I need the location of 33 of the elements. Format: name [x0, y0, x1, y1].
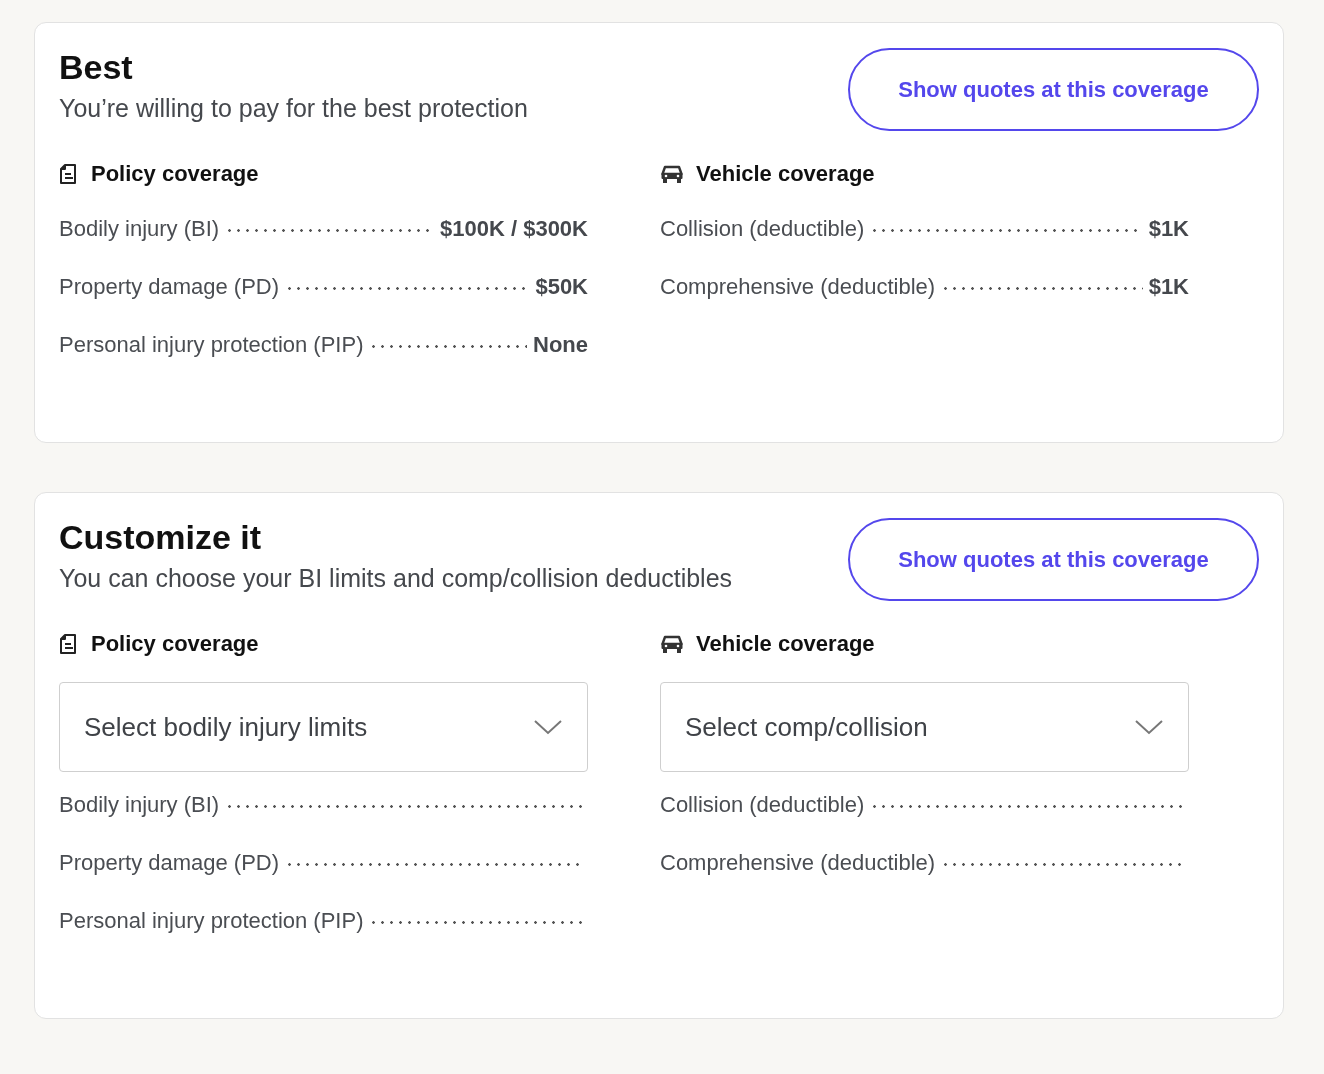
coverage-value: $1K — [1148, 273, 1189, 301]
document-icon — [59, 632, 79, 655]
document-icon — [59, 162, 79, 185]
coverage-label: Comprehensive (deductible) — [660, 849, 936, 877]
car-icon — [660, 633, 684, 654]
plan-title: Best — [59, 47, 134, 88]
show-quotes-button[interactable]: Show quotes at this coverage — [848, 518, 1259, 601]
coverage-label: Comprehensive (deductible) — [660, 273, 936, 301]
coverage-label: Bodily injury (BI) — [59, 791, 220, 819]
plan-subtitle: You’re willing to pay for the best protection — [59, 92, 528, 124]
dropdown-select[interactable]: Select comp/collision — [660, 682, 1189, 772]
chevron-down-icon — [533, 719, 563, 735]
show-quotes-button[interactable]: Show quotes at this coverage — [848, 48, 1259, 131]
coverage-label: Collision (deductible) — [660, 791, 865, 819]
plan-subtitle: You can choose your BI limits and comp/collision deductibles — [59, 562, 733, 594]
coverage-value: None — [533, 331, 588, 359]
coverage-label: Property damage (PD) — [59, 849, 280, 877]
section-heading: Vehicle coverage — [696, 160, 875, 188]
section-heading: Vehicle coverage — [696, 630, 875, 658]
coverage-label: Bodily injury (BI) — [59, 215, 220, 243]
coverage-label: Personal injury protection (PIP) — [59, 331, 364, 359]
coverage-value: $1K — [1148, 215, 1189, 243]
coverage-value: $50K — [535, 273, 588, 301]
coverage-value: $100K / $300K — [440, 215, 588, 243]
dropdown-select[interactable]: Select bodily injury limits — [59, 682, 588, 772]
coverage-label: Collision (deductible) — [660, 215, 865, 243]
section-heading: Policy coverage — [91, 160, 259, 188]
section-heading: Policy coverage — [91, 630, 259, 658]
plan-title: Customize it — [59, 517, 263, 558]
car-icon — [660, 163, 684, 184]
coverage-label: Personal injury protection (PIP) — [59, 907, 364, 935]
coverage-label: Property damage (PD) — [59, 273, 280, 301]
chevron-down-icon — [1134, 719, 1164, 735]
